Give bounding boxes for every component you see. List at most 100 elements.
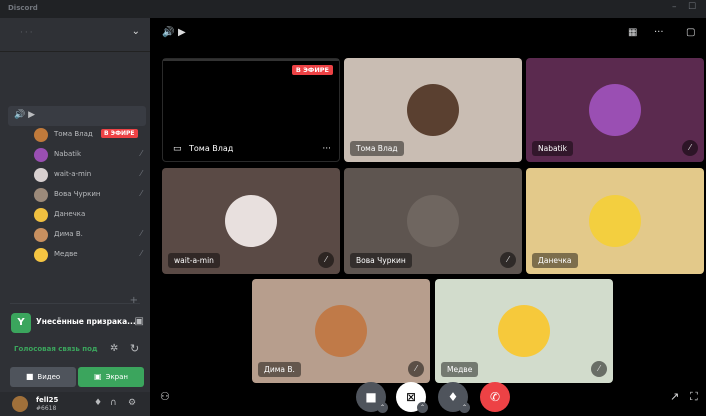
participant-tile[interactable]: Вова Чуркин ⁄ (344, 168, 522, 274)
voice-member[interactable]: Вова Чуркин ⁄ (30, 186, 146, 204)
add-icon[interactable]: + (130, 295, 138, 306)
voice-member[interactable]: Тома Влад В ЭФИРЕ (30, 126, 146, 144)
divider (10, 303, 140, 304)
stream-user-name: Тома Влад (189, 144, 234, 153)
gear-icon[interactable]: ⚙ (128, 398, 136, 408)
microphone-icon: ♦ (447, 390, 459, 404)
participant-name: Nabatik (532, 141, 573, 156)
voice-member[interactable]: wait-a-min ⁄ (30, 166, 146, 184)
video-button-label: Видео (37, 373, 61, 381)
participant-tile[interactable]: Медве ⁄ (435, 279, 613, 383)
microphone-icon[interactable]: ♦ (94, 398, 102, 408)
participant-name: Медве (441, 362, 479, 377)
participant-tile[interactable]: Дима В. ⁄ (252, 279, 430, 383)
participant-tile[interactable]: Тома Влад (344, 58, 522, 162)
voice-member[interactable]: Nabatik ⁄ (30, 146, 146, 164)
voice-status-text: Голосовая связь под (14, 345, 98, 353)
screen-icon: ▣ (94, 372, 102, 381)
camera-icon: ■ (25, 372, 34, 381)
username: fell25 (36, 396, 59, 404)
mic-muted-icon: ⁄ (682, 140, 698, 156)
stream-tile[interactable]: В ЭФИРЕ ▭ Тома Влад ··· (162, 58, 340, 162)
member-avatar (34, 248, 48, 262)
voice-member[interactable]: Данечка (30, 206, 146, 224)
speaker-icon: 🔊 (162, 27, 175, 38)
stop-stream-button[interactable]: ⊠ ⌃ (396, 382, 428, 413)
participant-name: wait-a-min (168, 253, 220, 268)
screen-share-icon[interactable]: ▣ (135, 316, 144, 327)
member-avatar (34, 208, 48, 222)
channel-sidebar: ··· ⌄ 🔊 ▶ Тома Влад В ЭФИРЕ Nabatik ⁄ wa… (0, 18, 150, 416)
stream-progress (163, 59, 339, 61)
server-header[interactable]: ··· ⌄ (0, 18, 150, 52)
camera-icon: ▶ (178, 27, 186, 38)
mic-muted-icon: ⁄ (140, 249, 142, 258)
chevron-down-icon[interactable]: ⌄ (132, 26, 140, 37)
screen-button-label: Экран (105, 373, 128, 381)
participant-tile[interactable]: Nabatik ⁄ (526, 58, 704, 162)
member-name: Медве (54, 250, 78, 258)
participant-name: Данечка (532, 253, 578, 268)
mic-muted-icon: ⁄ (140, 229, 142, 238)
activity-icon: Y (11, 313, 31, 333)
member-avatar (34, 228, 48, 242)
member-name: Nabatik (54, 150, 82, 158)
participant-avatar (225, 195, 277, 247)
user-panel: fell25 #6618 ♦ ∩ ⚙ (0, 392, 150, 416)
maximize-button[interactable]: ☐ (688, 2, 696, 12)
avatar[interactable] (12, 396, 28, 412)
voice-member[interactable]: Медве ⁄ (30, 246, 146, 264)
live-badge: В ЭФИРЕ (101, 129, 138, 138)
chevron-up-icon[interactable]: ⌃ (417, 402, 428, 413)
mic-muted-icon: ⁄ (500, 252, 516, 268)
grid-layout-icon[interactable]: ▦ (628, 27, 637, 38)
member-avatar (34, 168, 48, 182)
participant-avatar (589, 84, 641, 136)
video-button[interactable]: ■ Видео (10, 367, 76, 387)
participant-tile[interactable]: Данечка (526, 168, 704, 274)
headphones-icon[interactable]: ∩ (110, 398, 117, 408)
mic-muted-icon: ⁄ (140, 189, 142, 198)
chevron-up-icon[interactable]: ⌃ (377, 402, 388, 413)
mic-muted-icon: ⁄ (591, 361, 607, 377)
invite-user-icon[interactable]: ⚇ (160, 390, 170, 403)
live-badge: В ЭФИРЕ (291, 65, 333, 75)
camera-icon: ■ (365, 390, 377, 404)
popout-icon[interactable]: ▢ (686, 27, 695, 38)
screen-button[interactable]: ▣ Экран (78, 367, 144, 387)
disconnect-icon[interactable]: ↻ (130, 342, 139, 355)
microphone-button[interactable]: ♦ ⌃ (438, 382, 470, 413)
minimize-button[interactable]: – (672, 2, 677, 12)
screen-share-off-icon: ⊠ (405, 390, 417, 404)
participant-avatar (407, 84, 459, 136)
participant-tile[interactable]: wait-a-min ⁄ (162, 168, 340, 274)
member-avatar (34, 188, 48, 202)
more-icon[interactable]: ··· (322, 144, 331, 154)
member-avatar (34, 148, 48, 162)
member-name: Дима В. (54, 230, 83, 238)
member-name: Данечка (54, 210, 86, 218)
chevron-up-icon[interactable]: ⌃ (459, 402, 470, 413)
phone-hangup-icon: ✆ (489, 390, 501, 404)
participant-avatar (407, 195, 459, 247)
fullscreen-icon[interactable]: ⛶ (690, 390, 698, 404)
voice-channel[interactable]: 🔊 ▶ (8, 106, 146, 126)
voice-member[interactable]: Дима В. ⁄ (30, 226, 146, 244)
participant-name: Вова Чуркин (350, 253, 412, 268)
participant-name: Тома Влад (350, 141, 404, 156)
activity-panel[interactable]: Y Унесённые призрака... ▣ (8, 311, 148, 335)
more-icon[interactable]: ··· (654, 27, 664, 38)
participant-avatar (498, 305, 550, 357)
disconnect-call-button[interactable]: ✆ (480, 382, 510, 412)
member-name: Вова Чуркин (54, 190, 101, 198)
activity-title: Унесённые призрака... (36, 317, 136, 326)
noise-suppression-icon[interactable]: ✲ (110, 343, 118, 354)
camera-toggle-button[interactable]: ■ ⌃ (356, 382, 388, 413)
participant-avatar (589, 195, 641, 247)
member-avatar (34, 128, 48, 142)
popout-icon[interactable]: ↗ (670, 390, 679, 403)
mic-muted-icon: ⁄ (140, 169, 142, 178)
mic-muted-icon: ⁄ (318, 252, 334, 268)
mic-muted-icon: ⁄ (140, 149, 142, 158)
mic-muted-icon: ⁄ (408, 361, 424, 377)
